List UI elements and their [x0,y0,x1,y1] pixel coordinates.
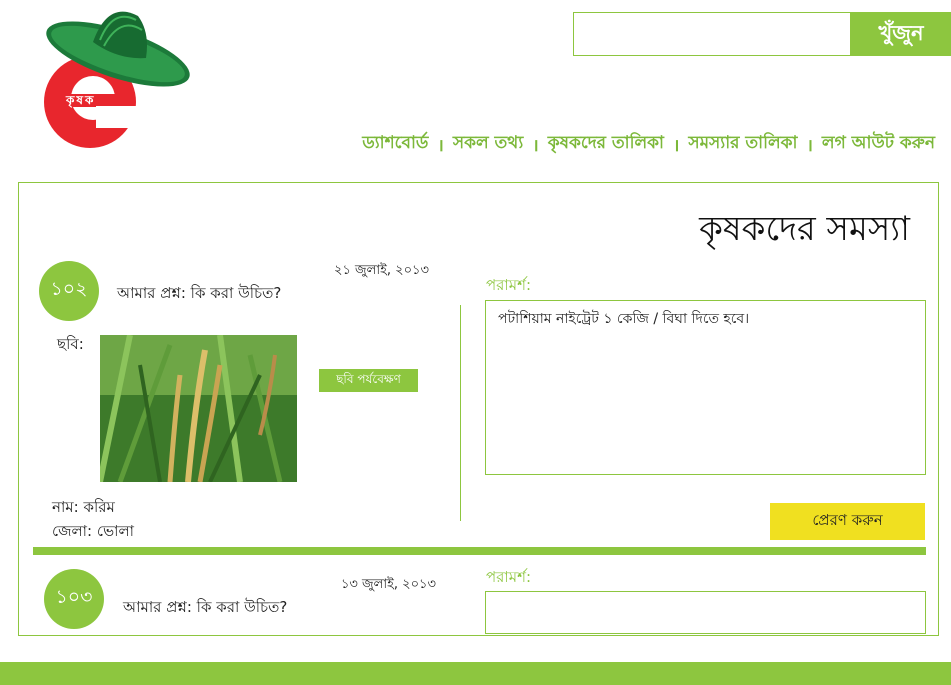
search-field[interactable] [573,12,851,56]
advice-textarea[interactable] [485,591,926,634]
problem-date: ২১ জুলাই, ২০১৩ [334,263,429,278]
main-nav: ড্যাশবোর্ড । সকল তথ্য । কৃষকদের তালিকা ।… [362,130,935,158]
problem-question: আমার প্রশ্ন: কি করা উচিত? [123,598,288,616]
nav-all-info[interactable]: সকল তথ্য [453,130,523,158]
nav-separator: । [437,135,444,156]
advice-label: পরামর্শ: [486,568,532,586]
search-input[interactable] [574,13,850,55]
nav-separator: । [532,135,539,156]
problem-separator [33,547,926,555]
nav-logout[interactable]: লগ আউট করুন [822,130,935,158]
problem-id-badge: ১০৩ [44,569,104,629]
advice-textarea[interactable]: পটাশিয়াম নাইট্রেট ১ কেজি / বিঘা দিতে হব… [485,300,926,475]
nav-separator: । [672,135,680,156]
nav-separator: । [806,135,813,156]
logo[interactable]: কৃষক [38,2,193,162]
nav-farmer-list[interactable]: কৃষকদের তালিকা [548,130,664,158]
nav-dashboard[interactable]: ড্যাশবোর্ড [362,130,428,158]
search-button[interactable]: খুঁজুন [851,12,951,56]
logo-text: কৃষক [66,93,96,107]
column-divider [460,305,461,521]
photo-label: ছবি: [57,335,84,353]
footer-bar [0,662,951,685]
problem-id-badge: ১০২ [39,261,99,321]
page-title: কৃষকদের সমস্যা [699,209,910,249]
nav-problem-list[interactable]: সমস্যার তালিকা [688,130,797,158]
problem-date: ১৩ জুলাই, ২০১৩ [341,577,436,592]
logo-graphic [44,11,190,148]
send-button[interactable]: প্রেরণ করুন [770,503,925,540]
farmer-name: নাম: করিম [52,498,115,516]
farmer-district: জেলা: ভোলা [52,522,134,540]
crop-photo[interactable] [100,335,297,482]
problems-panel: কৃষকদের সমস্যা ১০২ আমার প্রশ্ন: কি করা উ… [18,182,939,636]
advice-label: পরামর্শ: [486,276,532,294]
view-photo-button[interactable]: ছবি পর্যবেক্ষণ [319,369,418,392]
rice-plant-image [100,335,297,482]
problem-question: আমার প্রশ্ন: কি করা উচিত? [117,284,282,302]
